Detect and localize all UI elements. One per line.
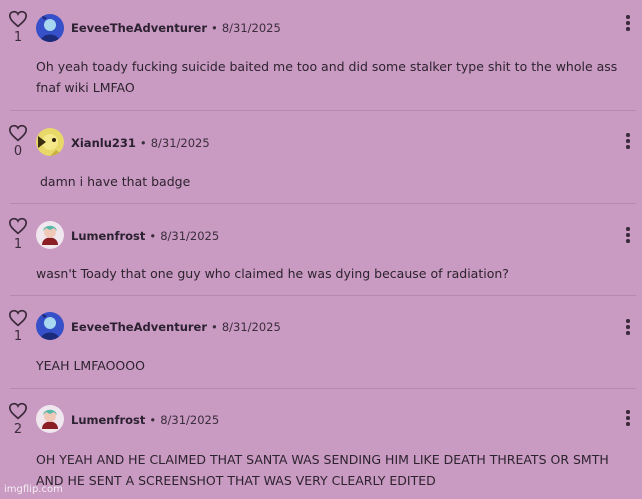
avatar[interactable] (36, 312, 64, 340)
separator: • (211, 21, 218, 35)
comment-date: 8/31/2025 (150, 136, 210, 150)
username[interactable]: Lumenfrost (71, 229, 145, 243)
like-count: 2 (13, 422, 23, 437)
like-control[interactable]: 1 (8, 217, 28, 252)
more-options-icon[interactable] (624, 227, 632, 245)
avatar[interactable] (36, 405, 64, 433)
heart-icon[interactable] (8, 402, 28, 420)
comment-date: 8/31/2025 (160, 413, 220, 427)
like-control[interactable]: 1 (8, 309, 28, 344)
comment-meta: Xianlu231 • 8/31/2025 (71, 136, 210, 150)
avatar[interactable] (36, 221, 64, 249)
divider (10, 110, 636, 111)
username[interactable]: Xianlu231 (71, 136, 136, 150)
comment-meta: Lumenfrost • 8/31/2025 (71, 229, 219, 243)
separator: • (149, 229, 157, 243)
separator: • (139, 136, 147, 150)
like-count: 1 (13, 237, 23, 252)
comment-text: OH YEAH AND HE CLAIMED THAT SANTA WAS SE… (36, 452, 609, 488)
divider (10, 295, 636, 296)
avatar[interactable] (36, 128, 64, 156)
more-options-icon[interactable] (624, 319, 632, 337)
like-count: 0 (13, 144, 23, 159)
separator: • (149, 413, 157, 427)
comment-date: 8/31/2025 (221, 320, 281, 334)
comment-date: 8/31/2025 (221, 21, 281, 35)
comment-date: 8/31/2025 (160, 229, 220, 243)
comment-meta: EeveeTheAdventurer • 8/31/2025 (71, 320, 281, 334)
comment-text: wasn't Toady that one guy who claimed he… (36, 266, 509, 281)
heart-icon[interactable] (8, 309, 28, 327)
divider (10, 388, 636, 389)
comment-meta: Lumenfrost • 8/31/2025 (71, 413, 219, 427)
like-control[interactable]: 2 (8, 402, 28, 437)
more-options-icon[interactable] (624, 15, 632, 33)
watermark: imgflip.com (4, 484, 63, 495)
username[interactable]: Lumenfrost (71, 413, 145, 427)
heart-icon[interactable] (8, 124, 28, 142)
divider (10, 203, 636, 204)
like-count: 1 (13, 30, 23, 45)
comment-text: damn i have that badge (40, 174, 191, 189)
heart-icon[interactable] (8, 10, 28, 28)
username[interactable]: EeveeTheAdventurer (71, 320, 207, 334)
separator: • (211, 320, 218, 334)
username[interactable]: EeveeTheAdventurer (71, 21, 207, 35)
more-options-icon[interactable] (624, 133, 632, 151)
comment-text: Oh yeah toady fucking suicide baited me … (36, 59, 618, 95)
like-control[interactable]: 0 (8, 124, 28, 159)
comment-text: YEAH LMFAOOOO (36, 358, 145, 373)
heart-icon[interactable] (8, 217, 28, 235)
like-count: 1 (13, 329, 23, 344)
comment-meta: EeveeTheAdventurer • 8/31/2025 (71, 21, 281, 35)
avatar[interactable] (36, 14, 64, 42)
more-options-icon[interactable] (624, 410, 632, 428)
like-control[interactable]: 1 (8, 10, 28, 45)
